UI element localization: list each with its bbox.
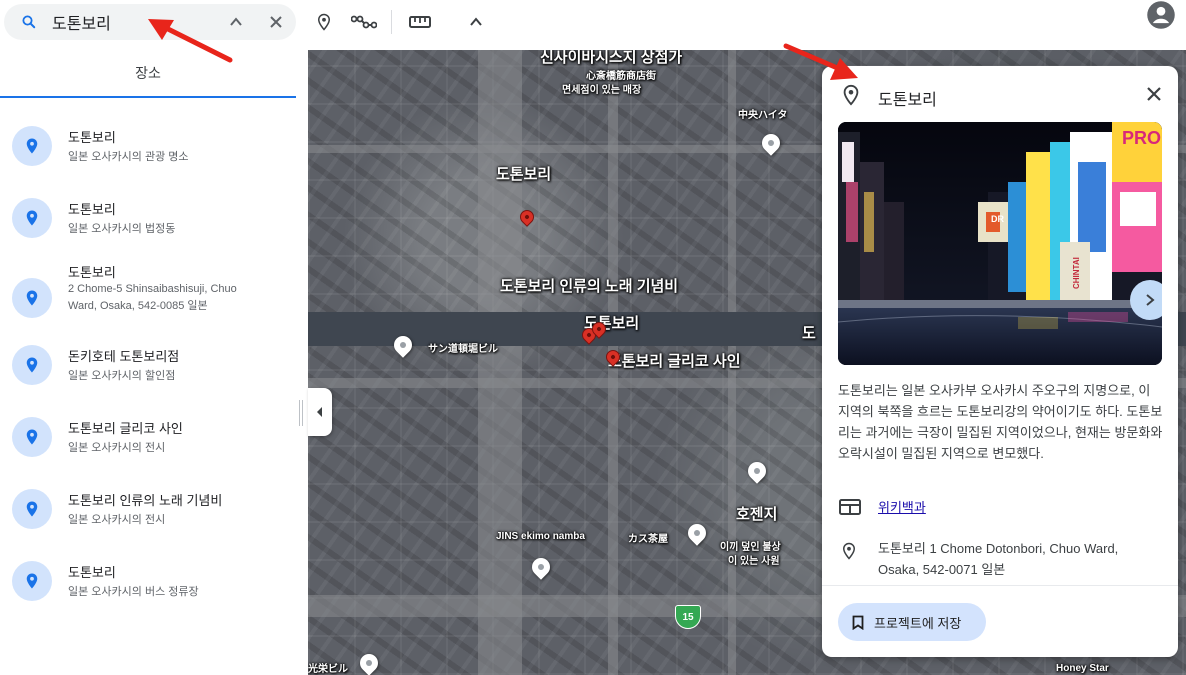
- place-pin-icon[interactable]: [356, 650, 382, 675]
- search-input[interactable]: [52, 10, 212, 34]
- list-item[interactable]: 도톤보리 일본 오사카시의 버스 정류장: [0, 553, 300, 625]
- result-subtitle: 일본 오사카시의 버스 정류장: [68, 586, 199, 598]
- result-title: 도톤보리: [68, 265, 116, 280]
- map-label: カス茶屋: [628, 534, 668, 545]
- map-label: 心斎橋筋商店街: [586, 71, 656, 82]
- address-text: 도톤보리 1 Chome Dotonbori, Chuo Ward, Osaka…: [878, 541, 1119, 577]
- collapse-search-button[interactable]: [222, 8, 250, 36]
- draw-path-button[interactable]: [350, 8, 378, 36]
- wiki-row: 위키백과: [838, 494, 1158, 518]
- route-badge: 15: [675, 605, 701, 629]
- next-photo-button[interactable]: [1130, 280, 1162, 320]
- map-label[interactable]: 도톤보리 글리코 사인: [608, 350, 741, 371]
- map-label: 면세점이 있는 매장: [562, 85, 642, 96]
- ruler-icon: [409, 16, 431, 28]
- save-to-project-button[interactable]: 프로젝트에 저장: [838, 603, 986, 641]
- measure-button[interactable]: [406, 8, 434, 36]
- close-icon[interactable]: [1142, 82, 1166, 106]
- list-item[interactable]: 도톤보리 일본 오사카시의 관광 명소: [0, 118, 300, 190]
- map-label[interactable]: 도톤보리 인류의 노래 기념비: [500, 275, 678, 296]
- place-pin-icon: [12, 278, 52, 318]
- result-subtitle: 일본 오사카시의 할인점: [68, 370, 176, 382]
- place-photo[interactable]: PRO DR CHINTAI: [838, 122, 1162, 365]
- search-icon[interactable]: [20, 13, 38, 31]
- pin-outline-icon: [842, 542, 856, 560]
- chevron-right-icon: [1146, 294, 1155, 306]
- photo-sign-text: DR: [991, 214, 1004, 224]
- chevron-left-icon: [317, 407, 322, 417]
- result-title: 도톤보리: [68, 565, 116, 580]
- map-label: JINS ekimo namba: [496, 531, 585, 542]
- place-pin-icon: [12, 489, 52, 529]
- place-pin-icon[interactable]: [744, 458, 770, 484]
- bookmark-icon: [852, 615, 864, 630]
- article-icon: [839, 499, 861, 515]
- card-title: 도톤보리: [878, 92, 937, 109]
- place-pin-tool-button[interactable]: [310, 8, 338, 36]
- result-title: 돈키호테 도톤보리점: [68, 349, 180, 364]
- result-subtitle: 일본 오사카시의 전시: [68, 514, 166, 526]
- panel-resize-handle[interactable]: [299, 400, 303, 426]
- place-pin-icon[interactable]: [528, 554, 554, 580]
- result-subtitle: 일본 오사카시의 관광 명소: [68, 151, 189, 163]
- map-label: 이끼 덮인 불상: [720, 542, 781, 553]
- pin-outline-icon: [843, 84, 859, 106]
- place-pin-icon: [12, 345, 52, 385]
- collapse-panel-button[interactable]: [308, 388, 332, 436]
- divider: [822, 585, 1178, 586]
- result-title: 도톤보리 글리코 사인: [68, 421, 183, 436]
- path-icon: [351, 15, 377, 29]
- list-item[interactable]: 도톤보리 글리코 사인 일본 오사카시의 전시: [0, 409, 300, 481]
- result-title: 도톤보리: [68, 202, 116, 217]
- search-box[interactable]: [4, 4, 296, 40]
- collapse-toolbar-button[interactable]: [462, 8, 490, 36]
- map-label: 光栄ビル: [308, 664, 348, 675]
- results-list: 도톤보리 일본 오사카시의 관광 명소 도톤보리 일본 오사카시의 법정동 도톤…: [0, 118, 300, 625]
- list-item[interactable]: 도톤보리 인류의 노래 기념비 일본 오사카시의 전시: [0, 481, 300, 553]
- toolbar-divider: [391, 10, 392, 34]
- clear-search-button[interactable]: [262, 8, 290, 36]
- map-label: Honey Star: [1056, 663, 1109, 674]
- map-label: サン道頓堀ビル: [428, 344, 498, 355]
- map-road: [478, 50, 522, 675]
- tab-places[interactable]: 장소: [0, 50, 296, 98]
- place-info-card: 도톤보리 PRO DR CHINTAI 도톤보리는 일본 오사카부 오사카시 주…: [822, 66, 1178, 657]
- account-avatar-icon[interactable]: [1146, 0, 1176, 30]
- results-panel: 장소 도톤보리 일본 오사카시의 관광 명소 도톤보리 일본 오사카시의 법정동: [0, 50, 308, 675]
- map-label[interactable]: 도톤보리: [496, 163, 551, 184]
- result-subtitle: 일본 오사카시의 법정동: [68, 223, 176, 235]
- list-item[interactable]: 도톤보리 일본 오사카시의 법정동: [0, 190, 300, 262]
- place-pin-icon[interactable]: [684, 520, 710, 546]
- place-pin-icon: [12, 198, 52, 238]
- chevron-up-icon: [470, 17, 482, 26]
- list-item[interactable]: 돈키호테 도톤보리점 일본 오사카시의 할인점: [0, 337, 300, 409]
- list-item[interactable]: 도톤보리 2 Chome-5 Shinsaibashisuji, Chuo Wa…: [0, 262, 300, 337]
- close-icon: [270, 16, 282, 28]
- maps-app: 신사이바시스지 상점가 心斎橋筋商店街 면세점이 있는 매장 中央ハイタ 도톤보…: [0, 0, 1186, 675]
- place-description: 도톤보리는 일본 오사카부 오사카시 주오구의 지명으로, 이 지역의 북쪽을 …: [838, 383, 1163, 461]
- address-row: 도톤보리 1 Chome Dotonbori, Chuo Ward, Osaka…: [838, 536, 1158, 580]
- save-button-label: 프로젝트에 저장: [874, 615, 962, 631]
- chevron-up-icon: [230, 17, 242, 26]
- result-title: 도톤보리 인류의 노래 기념비: [68, 493, 223, 508]
- pin-outline-icon: [317, 13, 331, 31]
- photo-image: PRO DR CHINTAI: [838, 122, 1162, 365]
- map-label[interactable]: 호젠지: [736, 503, 777, 524]
- map-label: 도: [802, 325, 816, 342]
- wikipedia-link[interactable]: 위키백과: [878, 497, 926, 516]
- photo-sign-text: PRO: [1122, 128, 1161, 148]
- result-subtitle: 일본 오사카시의 전시: [68, 442, 166, 454]
- map-label: 中央ハイタ: [738, 110, 788, 121]
- map-label: 이 있는 사원: [728, 556, 780, 567]
- result-title: 도톤보리: [68, 130, 116, 145]
- place-pin-icon: [12, 417, 52, 457]
- photo-sign-text: CHINTAI: [1072, 257, 1081, 289]
- place-pin-icon: [12, 126, 52, 166]
- place-pin-icon: [12, 561, 52, 601]
- result-subtitle: 2 Chome-5 Shinsaibashisuji, Chuo Ward, O…: [68, 283, 237, 312]
- map-label[interactable]: 신사이바시스지 상점가: [540, 50, 682, 67]
